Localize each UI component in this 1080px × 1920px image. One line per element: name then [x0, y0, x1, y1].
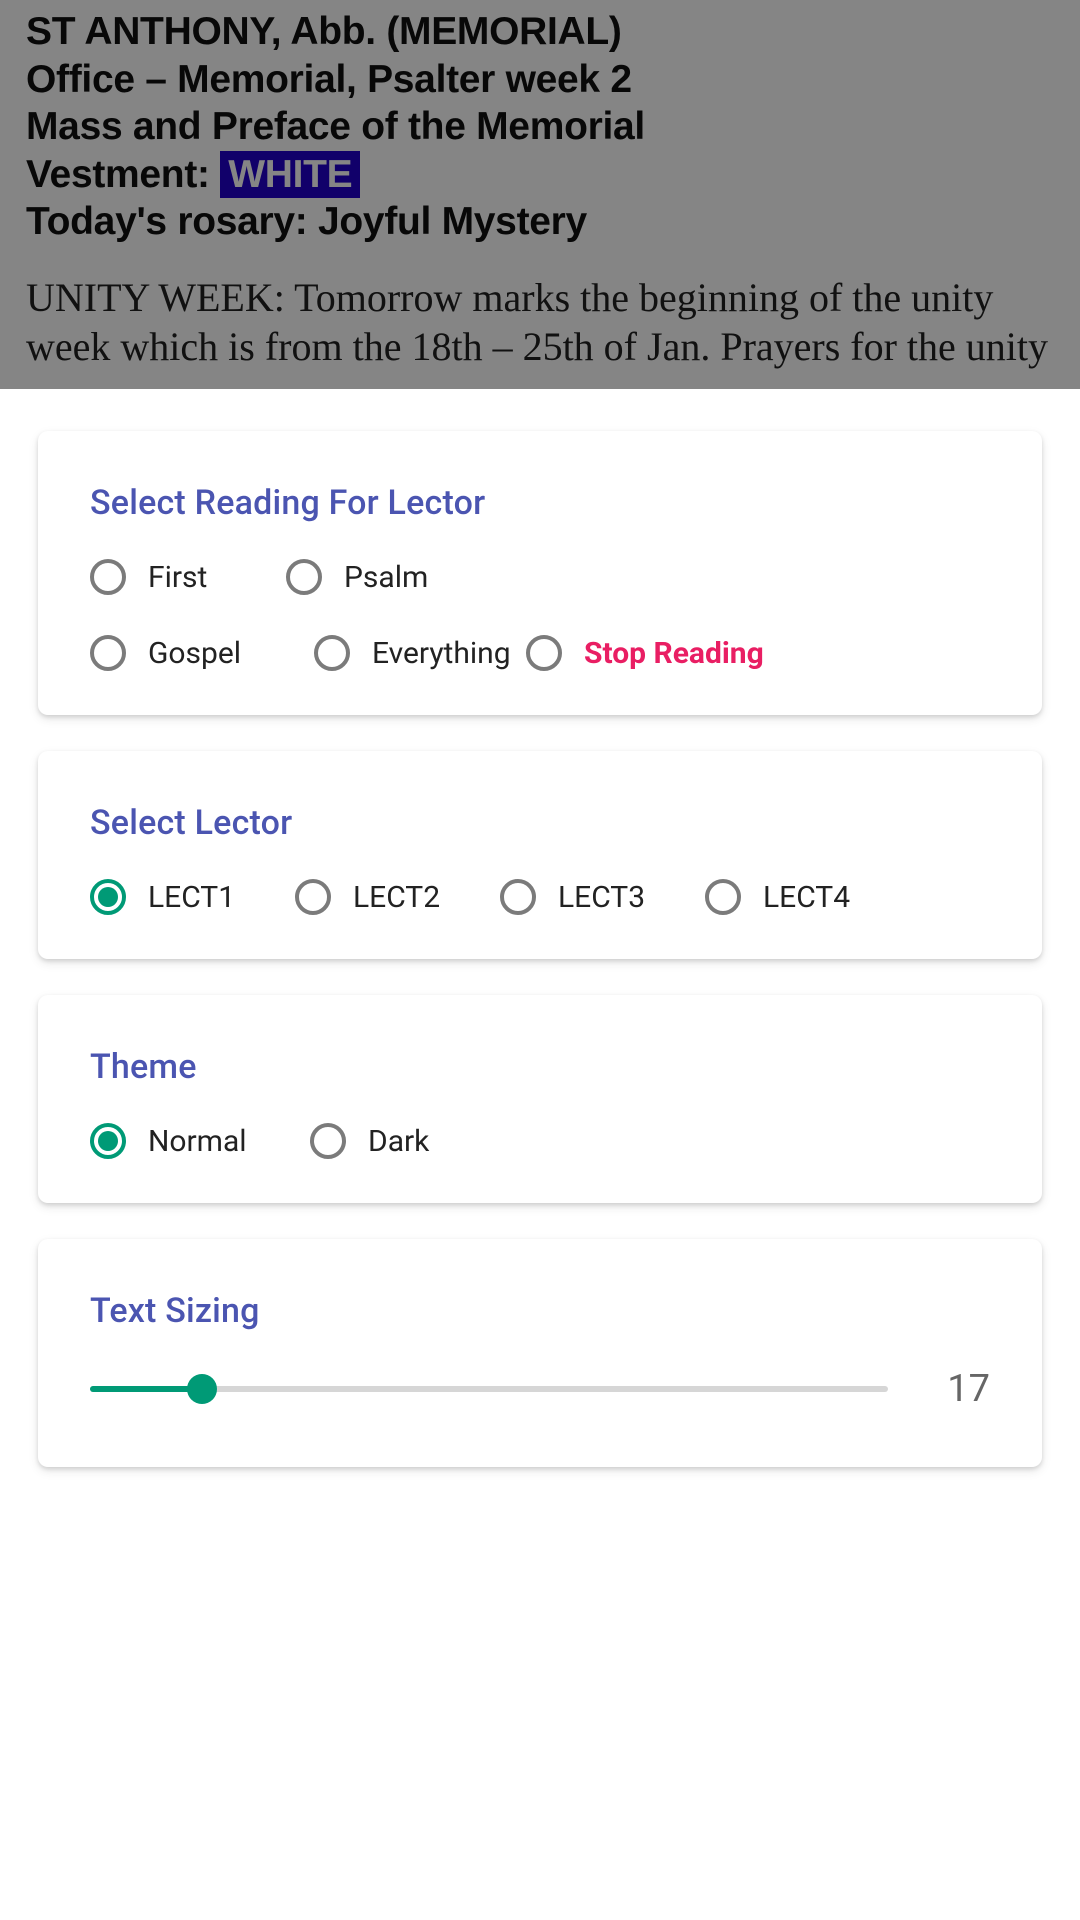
radio-label: LECT3 [558, 880, 645, 915]
textsize-title: Text Sizing [90, 1291, 990, 1331]
textsize-slider[interactable]: 17 [90, 1367, 990, 1411]
radio-lector-3[interactable]: LECT3 [500, 879, 705, 915]
radio-reading-first[interactable]: First [90, 559, 286, 595]
radio-label: Stop Reading [584, 636, 764, 671]
theme-card: Theme Normal Dark [38, 995, 1042, 1203]
reading-options-row2: Gospel Everything Stop Reading [90, 635, 990, 671]
slider-track[interactable] [90, 1386, 888, 1392]
radio-reading-psalm[interactable]: Psalm [286, 559, 428, 595]
slider-fill [90, 1386, 202, 1392]
modal-scrim[interactable] [0, 0, 1080, 389]
reading-title: Select Reading For Lector [90, 483, 990, 523]
radio-icon [295, 879, 331, 915]
radio-label: First [148, 560, 207, 595]
radio-label: Everything [372, 636, 511, 671]
reading-card: Select Reading For Lector First Psalm Go… [38, 431, 1042, 715]
radio-icon [310, 1123, 346, 1159]
reading-options: First Psalm [90, 559, 990, 595]
radio-reading-everything[interactable]: Everything [314, 635, 526, 671]
radio-icon [90, 879, 126, 915]
radio-lector-4[interactable]: LECT4 [705, 879, 850, 915]
radio-icon [286, 559, 322, 595]
radio-icon [314, 635, 350, 671]
radio-icon [500, 879, 536, 915]
textsize-card: Text Sizing 17 [38, 1239, 1042, 1467]
lector-title: Select Lector [90, 803, 990, 843]
theme-title: Theme [90, 1047, 990, 1087]
radio-label: LECT2 [353, 880, 440, 915]
radio-label: Normal [148, 1124, 247, 1159]
radio-lector-2[interactable]: LECT2 [295, 879, 500, 915]
radio-label: Psalm [344, 560, 428, 595]
radio-icon [90, 635, 126, 671]
settings-sheet: Select Reading For Lector First Psalm Go… [0, 389, 1080, 1920]
lector-card: Select Lector LECT1 LECT2 LECT3 LECT4 [38, 751, 1042, 959]
slider-value: 17 [930, 1367, 990, 1411]
slider-thumb[interactable] [187, 1374, 217, 1404]
radio-label: Dark [368, 1124, 429, 1159]
radio-theme-normal[interactable]: Normal [90, 1123, 310, 1159]
lector-options: LECT1 LECT2 LECT3 LECT4 [90, 879, 990, 915]
radio-lector-1[interactable]: LECT1 [90, 879, 295, 915]
radio-icon [90, 559, 126, 595]
radio-reading-gospel[interactable]: Gospel [90, 635, 314, 671]
radio-reading-stop[interactable]: Stop Reading [526, 635, 764, 671]
radio-label: LECT4 [763, 880, 850, 915]
radio-icon [526, 635, 562, 671]
radio-icon [90, 1123, 126, 1159]
theme-options: Normal Dark [90, 1123, 990, 1159]
radio-label: LECT1 [148, 880, 235, 915]
radio-icon [705, 879, 741, 915]
radio-label: Gospel [148, 636, 241, 671]
radio-theme-dark[interactable]: Dark [310, 1123, 429, 1159]
